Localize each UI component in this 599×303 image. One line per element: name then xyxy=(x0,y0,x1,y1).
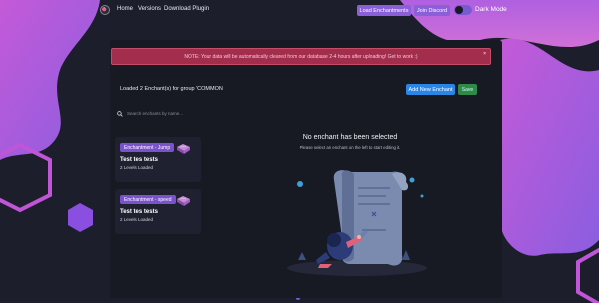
navbar: Home Versions Download Plugin Load Encha… xyxy=(0,0,599,22)
add-new-enchant-button[interactable]: Add New Enchant xyxy=(406,84,455,95)
enchant-type-tag: Enchantment - Jump xyxy=(120,143,175,152)
loaded-enchants-text: Loaded 2 Enchant(s) for group 'COMMON xyxy=(120,86,223,92)
enchant-levels: 2 Levels Loaded xyxy=(120,165,154,170)
enchant-title: Test tes tests xyxy=(120,209,158,215)
join-discord-button[interactable]: Join Discord xyxy=(414,5,450,16)
book-icon xyxy=(177,144,190,154)
close-icon[interactable]: × xyxy=(483,51,486,57)
data-clear-alert: NOTE: Your data will be automatically cl… xyxy=(111,48,491,65)
enchant-levels: 2 Levels Loaded xyxy=(120,217,154,222)
empty-state-title: No enchant has been selected xyxy=(302,134,398,141)
load-enchantments-button[interactable]: Load Enchantments xyxy=(357,5,411,16)
enchant-title: Test tes tests xyxy=(120,157,158,163)
alert-message: NOTE: Your data will be automatically cl… xyxy=(184,53,418,60)
dark-mode-toggle[interactable] xyxy=(454,5,472,15)
nav-home-link[interactable]: Home xyxy=(117,6,133,12)
search-icon xyxy=(117,110,123,117)
nav-versions-link[interactable]: Versions xyxy=(138,6,161,12)
search-enchants-input[interactable] xyxy=(127,111,207,116)
save-button[interactable]: Save xyxy=(458,84,477,95)
search-bar xyxy=(117,109,207,118)
enchant-card[interactable]: Enchantment - Jump Test tes tests 2 Leve… xyxy=(115,137,201,182)
book-icon xyxy=(177,196,190,206)
toggle-knob xyxy=(455,6,463,14)
empty-state-subtitle: Please select an enchant on the left to … xyxy=(299,145,401,150)
logo-icon[interactable] xyxy=(100,5,110,15)
nav-download-plugin-link[interactable]: Download Plugin xyxy=(164,6,209,12)
enchant-type-tag: Enchantment - speed xyxy=(120,195,176,204)
empty-state-illustration xyxy=(287,170,427,276)
dark-mode-label: Dark Mode xyxy=(475,6,507,13)
enchant-card[interactable]: Enchantment - speed Test tes tests 2 Lev… xyxy=(115,189,201,234)
